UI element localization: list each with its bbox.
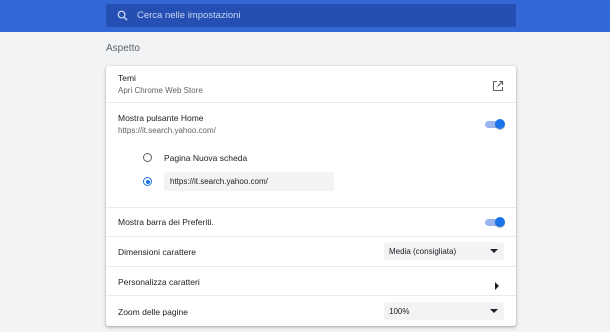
customize-fonts-row[interactable]: Personalizza caratteri	[106, 266, 516, 295]
search-icon	[115, 9, 129, 23]
divider	[106, 102, 516, 103]
page-zoom-value: 100%	[389, 307, 410, 316]
chevron-right-icon	[494, 277, 500, 290]
search-input[interactable]: Cerca nelle impostazioni	[137, 10, 241, 21]
section-title-appearance: Aspetto	[106, 43, 140, 54]
bookmarks-bar-toggle[interactable]	[484, 217, 505, 227]
dropdown-caret-icon	[490, 309, 498, 313]
appearance-card: Temi Apri Chrome Web Store Mostra pulsan…	[106, 66, 516, 326]
font-size-label: Dimensioni carattere	[118, 247, 196, 257]
font-size-value: Media (consigliata)	[389, 247, 457, 256]
bookmarks-bar-label: Mostra barra dei Preferiti.	[118, 217, 214, 227]
toggle-knob	[495, 119, 505, 129]
divider	[106, 236, 516, 237]
toggle-knob	[495, 217, 505, 227]
home-button-url: https://it.search.yahoo.com/	[118, 126, 216, 135]
radio-custom-url[interactable]	[143, 177, 152, 186]
font-size-select[interactable]: Media (consigliata)	[384, 242, 504, 260]
page-zoom-select[interactable]: 100%	[384, 302, 504, 320]
divider	[106, 295, 516, 296]
divider	[106, 207, 516, 208]
themes-sublabel: Apri Chrome Web Store	[118, 86, 203, 95]
radio-new-tab-page[interactable]	[143, 153, 152, 162]
external-link-icon[interactable]	[492, 79, 504, 92]
page-zoom-label: Zoom delle pagine	[118, 307, 188, 317]
home-button-toggle[interactable]	[484, 119, 505, 129]
radio-new-tab-page-label: Pagina Nuova scheda	[164, 153, 248, 163]
custom-url-value: https://it.search.yahoo.com/	[170, 177, 268, 186]
dropdown-caret-icon	[490, 249, 498, 253]
settings-search-box[interactable]: Cerca nelle impostazioni	[106, 4, 516, 27]
themes-label: Temi	[118, 73, 136, 83]
customize-fonts-label: Personalizza caratteri	[118, 277, 200, 287]
themes-row[interactable]: Temi Apri Chrome Web Store	[106, 66, 516, 102]
top-bar: Cerca nelle impostazioni	[0, 0, 610, 32]
custom-url-field[interactable]: https://it.search.yahoo.com/	[164, 172, 334, 191]
home-button-label: Mostra pulsante Home	[118, 113, 204, 123]
